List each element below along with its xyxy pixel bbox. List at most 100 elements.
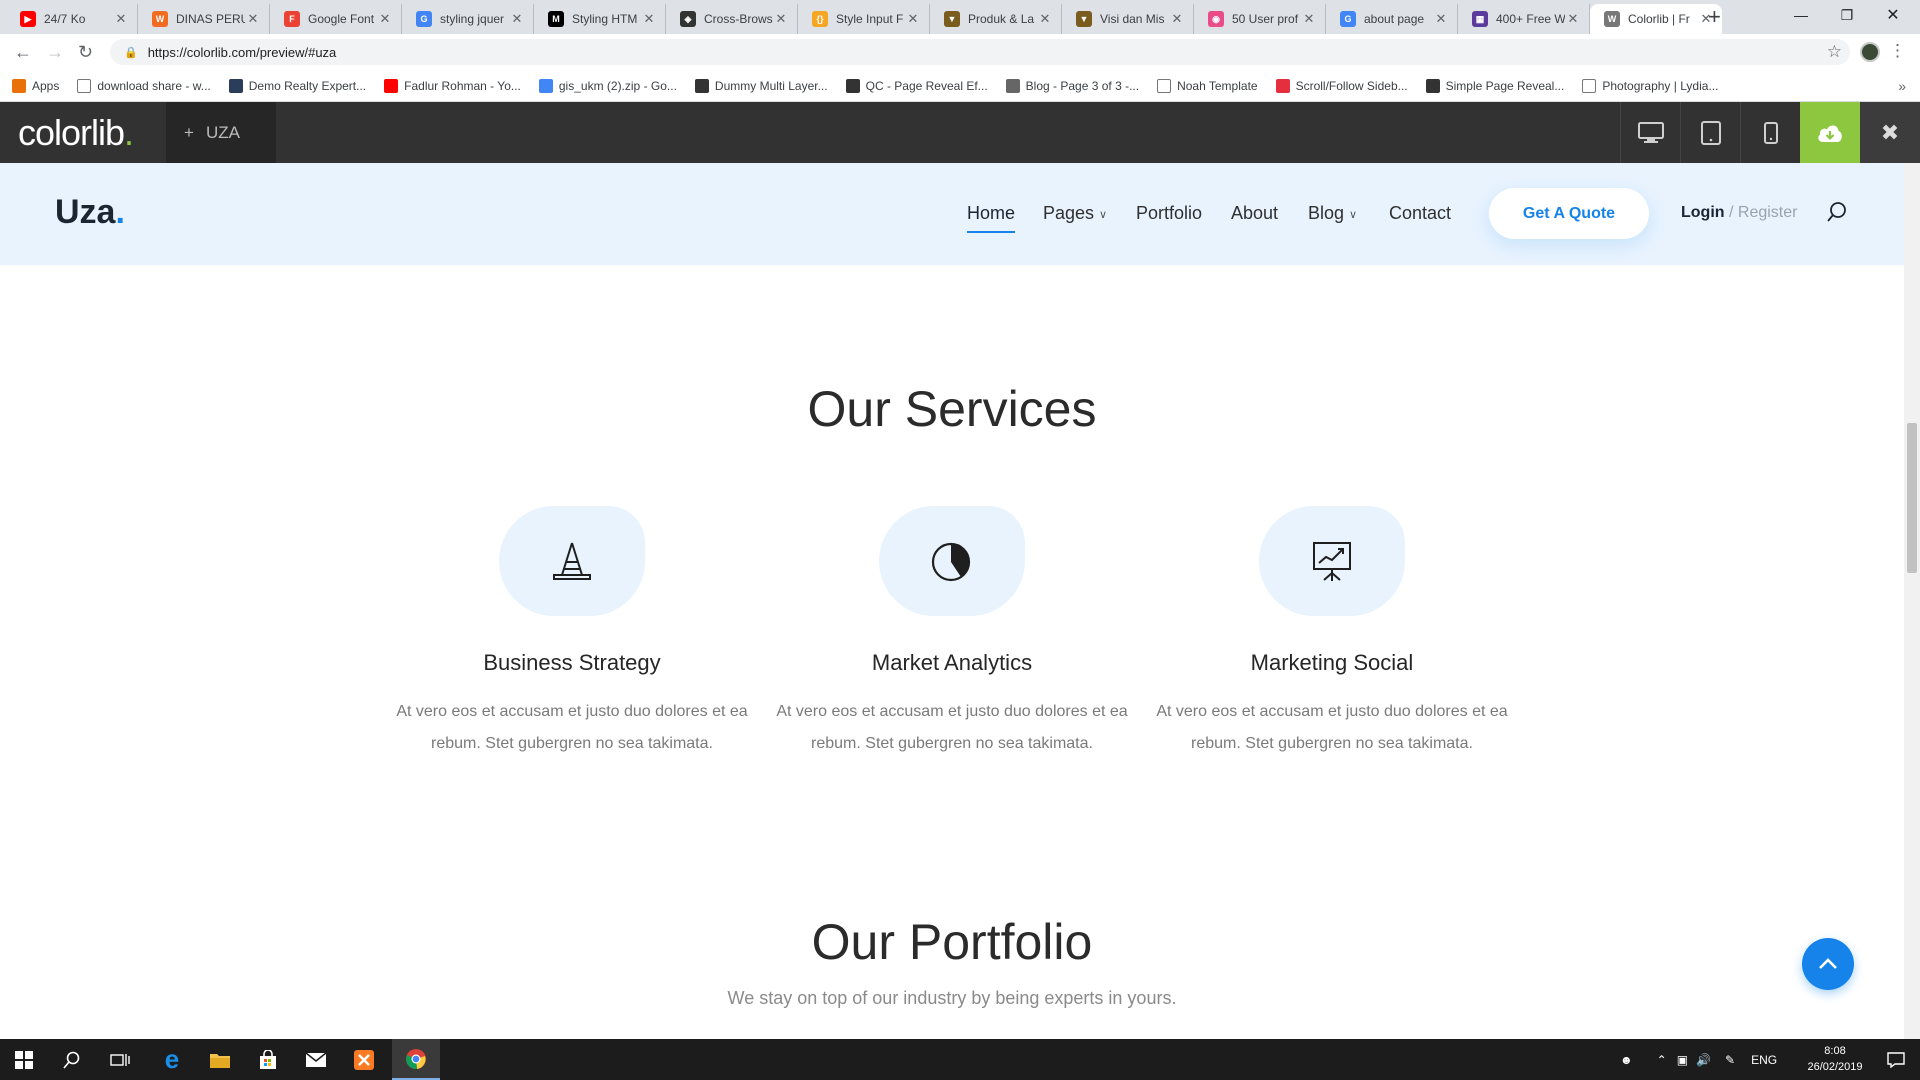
service-description: At vero eos et accusam et justo duo dolo…	[396, 703, 748, 752]
action-center-button[interactable]	[1872, 1039, 1920, 1080]
bookmark-item[interactable]: download share - w...	[77, 78, 211, 93]
browser-tab[interactable]: Gstyling jquer ✕	[402, 4, 534, 34]
colorlib-logo[interactable]: colorlib.	[18, 112, 134, 154]
browser-tab[interactable]: ◉ 50 User prof ✕	[1194, 4, 1326, 34]
tab-close-icon[interactable]: ✕	[245, 11, 261, 27]
bookmarks-bar: Apps download share - w... Demo Realty Exp…	[0, 70, 1920, 102]
tab-close-icon[interactable]: ✕	[641, 11, 657, 27]
service-card: Marketing Social At vero eos et accusam …	[1142, 506, 1522, 760]
browser-tab-strip: ▶ 24/7 Ko ✕ W DINAS PERU ✕ F Google Font ✕ Gstyli…	[0, 0, 1920, 34]
minimize-button[interactable]: —	[1778, 0, 1824, 30]
nav-blog[interactable]: Blog ∨	[1308, 203, 1357, 224]
bookmark-item[interactable]: QC - Page Reveal Ef...	[845, 78, 988, 93]
tab-close-icon[interactable]: ✕	[1433, 11, 1449, 27]
file-explorer-app[interactable]	[196, 1039, 244, 1080]
tab-close-icon[interactable]: ✕	[113, 11, 129, 27]
tab-close-icon[interactable]: ✕	[1037, 11, 1053, 27]
tab-favicon-icon: ▼	[944, 11, 960, 27]
browser-tab[interactable]: ▦ 400+ Free W ✕	[1458, 4, 1590, 34]
download-button[interactable]	[1800, 102, 1860, 163]
nav-portfolio[interactable]: Portfolio	[1136, 203, 1202, 224]
tab-close-icon[interactable]: ✕	[1565, 11, 1581, 27]
network-icon[interactable]: ▣	[1677, 1053, 1688, 1067]
browser-tab[interactable]: F Google Font ✕	[270, 4, 402, 34]
bookmark-item[interactable]: Apps	[12, 78, 59, 93]
bookmark-item[interactable]: Photography | Lydia...	[1582, 78, 1718, 93]
browser-tab[interactable]: M Styling HTM ✕	[534, 4, 666, 34]
scroll-to-top-button[interactable]	[1802, 938, 1854, 990]
login-link[interactable]: Login	[1681, 204, 1725, 221]
browser-tab[interactable]: Gabout page ✕	[1326, 4, 1458, 34]
bookmark-label: Fadlur Rohman - Yo...	[404, 78, 521, 93]
bookmark-item[interactable]: gis_ukm (2).zip - Go...	[538, 78, 677, 93]
new-tab-button[interactable]: +	[1708, 6, 1721, 28]
mobile-view-button[interactable]	[1740, 102, 1800, 163]
nav-contact[interactable]: Contact	[1389, 203, 1451, 224]
more-bookmarks-icon[interactable]: »	[1898, 78, 1906, 94]
people-icon[interactable]: ☻	[1620, 1053, 1633, 1067]
bookmark-label: Scroll/Follow Sideb...	[1295, 78, 1408, 93]
bookmarks-container: Apps download share - w... Demo Realty Exp…	[12, 78, 1736, 93]
xampp-app[interactable]	[340, 1039, 388, 1080]
desktop-view-button[interactable]	[1620, 102, 1680, 163]
forward-icon[interactable]: →	[46, 42, 64, 62]
register-link[interactable]: / Register	[1729, 204, 1797, 221]
tab-close-icon[interactable]: ✕	[905, 11, 921, 27]
volume-icon[interactable]: 🔊	[1696, 1053, 1711, 1067]
tab-close-icon[interactable]: ✕	[1301, 11, 1317, 27]
bookmark-item[interactable]: Demo Realty Expert...	[228, 78, 366, 93]
edge-app[interactable]: e	[148, 1039, 196, 1080]
site-logo[interactable]: Uza.	[55, 193, 125, 232]
bookmark-item[interactable]: Scroll/Follow Sideb...	[1275, 78, 1408, 93]
mail-app[interactable]	[292, 1039, 340, 1080]
nav-home[interactable]: Home	[967, 203, 1016, 233]
pie-chart-icon	[931, 542, 971, 582]
close-preview-button[interactable]: ✖	[1860, 102, 1920, 163]
search-taskbar-button[interactable]	[48, 1039, 96, 1080]
bookmark-item[interactable]: Simple Page Reveal...	[1425, 78, 1564, 93]
browser-tab[interactable]: W DINAS PERU ✕	[138, 4, 270, 34]
tray-chevron-up-icon[interactable]: ⌃	[1657, 1053, 1667, 1067]
clock[interactable]: 8:08 26/02/2019	[1800, 1043, 1870, 1075]
back-icon[interactable]: ←	[14, 42, 32, 62]
pen-icon[interactable]: ✎	[1725, 1053, 1735, 1067]
bookmark-item[interactable]: Fadlur Rohman - Yo...	[384, 78, 521, 93]
start-button[interactable]	[0, 1039, 48, 1080]
browser-tab[interactable]: W Colorlib | Fr ✕	[1590, 4, 1722, 34]
tab-close-icon[interactable]: ✕	[509, 11, 525, 27]
url-bar[interactable]: 🔒 https://colorlib.com/preview/#uza	[110, 39, 1850, 65]
tab-title: 50 User prof	[1232, 12, 1299, 26]
language-indicator[interactable]: ENG	[1751, 1053, 1777, 1067]
get-a-quote-button[interactable]: Get A Quote	[1489, 188, 1649, 239]
window-close-button[interactable]: ✕	[1870, 0, 1916, 30]
theme-selector[interactable]: + UZA	[166, 102, 276, 163]
reload-icon[interactable]: ↻	[78, 42, 93, 62]
tablet-view-button[interactable]	[1680, 102, 1740, 163]
tab-close-icon[interactable]: ✕	[377, 11, 393, 27]
tab-close-icon[interactable]: ✕	[773, 11, 789, 27]
browser-tab[interactable]: ▼ Produk & La ✕	[930, 4, 1062, 34]
profile-avatar[interactable]	[1860, 42, 1880, 62]
browser-tab[interactable]: ▶ 24/7 Ko ✕	[6, 4, 138, 34]
store-app[interactable]	[244, 1039, 292, 1080]
bookmark-item[interactable]: Noah Template	[1157, 78, 1258, 93]
bookmark-star-icon[interactable]: ☆	[1827, 42, 1842, 62]
scrollbar-thumb[interactable]	[1907, 423, 1917, 573]
page-scrollbar[interactable]	[1904, 163, 1920, 1039]
service-card: Market Analytics At vero eos et accusam …	[762, 506, 1142, 760]
more-menu-icon[interactable]: ⋮	[1889, 41, 1906, 61]
nav-pages[interactable]: Pages ∨	[1043, 203, 1107, 224]
bookmark-item[interactable]: Blog - Page 3 of 3 -...	[1005, 78, 1139, 93]
nav-about[interactable]: About	[1231, 203, 1278, 224]
tab-title: Colorlib | Fr	[1628, 12, 1690, 26]
chrome-app[interactable]	[392, 1039, 440, 1080]
browser-tab[interactable]: ▼ Visi dan Mis ✕	[1062, 4, 1194, 34]
tab-close-icon[interactable]: ✕	[1169, 11, 1185, 27]
search-icon[interactable]	[1826, 201, 1848, 223]
maximize-button[interactable]: ❐	[1824, 0, 1870, 30]
task-view-button[interactable]	[96, 1039, 144, 1080]
browser-tab[interactable]: ◈ Cross-Brows ✕	[666, 4, 798, 34]
browser-tab[interactable]: {} Style Input F ✕	[798, 4, 930, 34]
task-view-icon	[110, 1053, 130, 1066]
bookmark-item[interactable]: Dummy Multi Layer...	[694, 78, 828, 93]
